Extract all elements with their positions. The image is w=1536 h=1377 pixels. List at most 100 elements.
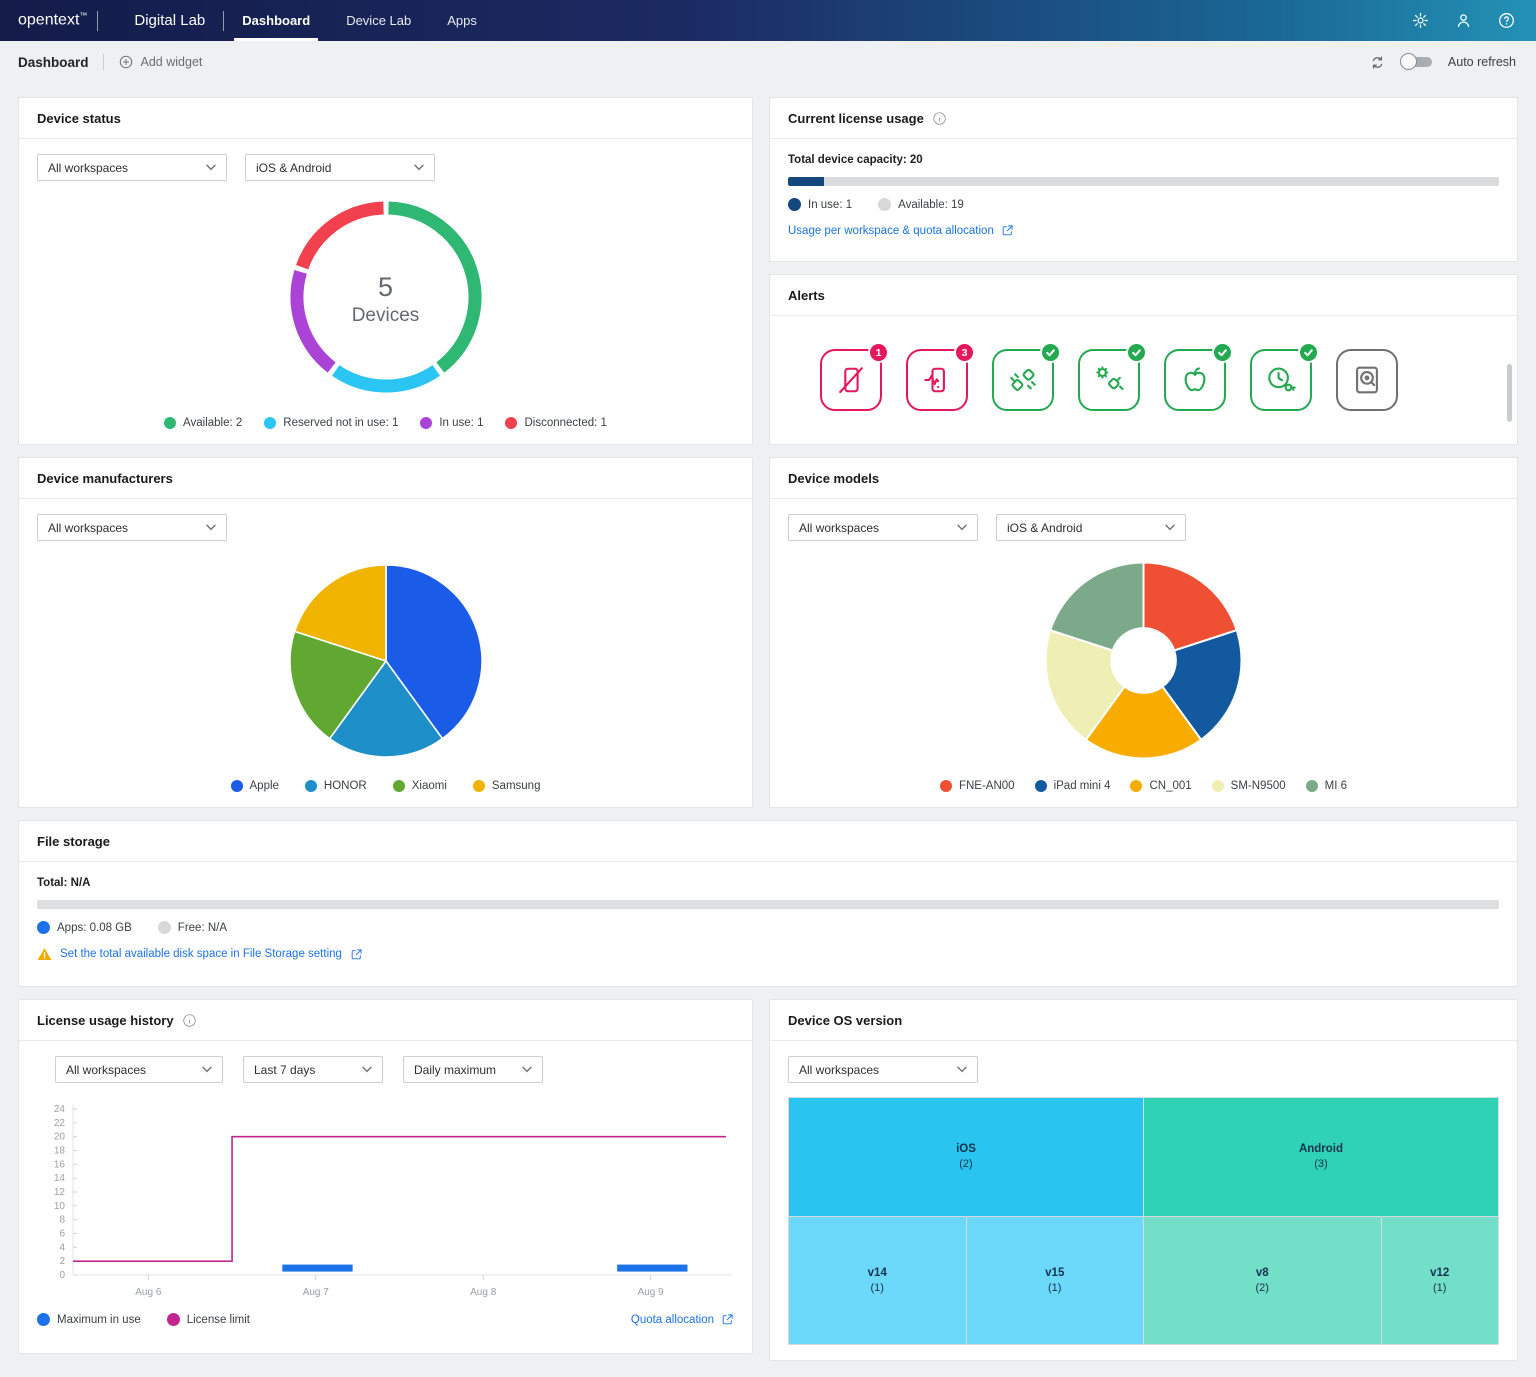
legend-item: MI 6 — [1306, 780, 1347, 792]
license-usage-bar — [788, 177, 1499, 186]
date-range-dropdown[interactable]: Last 7 days — [243, 1056, 383, 1083]
treemap-cell-v8[interactable]: v8(2) — [1144, 1217, 1381, 1344]
device-status-widget: Device status All workspaces iOS & Andro… — [18, 97, 753, 445]
device-models-widget: Device models All workspaces iOS & Andro… — [769, 457, 1518, 808]
os-filter-dropdown[interactable]: iOS & Android — [245, 154, 435, 181]
alert-tile-connector-settings[interactable] — [1078, 349, 1140, 411]
chevron-down-icon — [206, 524, 216, 531]
treemap-cell-v15[interactable]: v15(1) — [967, 1217, 1144, 1344]
donut-segment-available[interactable] — [388, 208, 475, 367]
external-link-icon — [1001, 224, 1014, 237]
alert-tile-apple[interactable] — [1164, 349, 1226, 411]
info-icon[interactable] — [932, 111, 947, 126]
license-history-line-chart: 024681012141618202224Aug 6Aug 7Aug 8Aug … — [37, 1097, 734, 1309]
svg-text:10: 10 — [54, 1201, 66, 1212]
legend-dot — [505, 417, 517, 429]
tab-device-lab[interactable]: Device Lab — [328, 0, 429, 41]
os-filter-dropdown[interactable]: iOS & Android — [996, 514, 1186, 541]
device-manufacturers-legend: AppleHONORXiaomiSamsung — [37, 780, 734, 792]
help-icon[interactable] — [1497, 11, 1516, 30]
connector-icon — [1005, 362, 1041, 398]
maximum-in-use-legend: Maximum in use — [37, 1313, 141, 1326]
external-link-icon — [721, 1313, 734, 1326]
treemap-cell-v12[interactable]: v12(1) — [1382, 1217, 1498, 1344]
legend-item: FNE-AN00 — [940, 780, 1015, 792]
device-models-donut-chart — [1041, 558, 1246, 763]
alert-tile-phone-unhealthy[interactable]: 3 — [906, 349, 968, 411]
tab-dashboard[interactable]: Dashboard — [224, 0, 328, 41]
workspace-filter-dropdown[interactable]: All workspaces — [55, 1056, 223, 1083]
aggregation-dropdown[interactable]: Daily maximum — [403, 1056, 543, 1083]
chevron-down-icon — [414, 164, 424, 171]
alert-tile-connector[interactable] — [992, 349, 1054, 411]
alert-tile-disk-search[interactable] — [1336, 349, 1398, 411]
workspace-filter-dropdown[interactable]: All workspaces — [37, 514, 227, 541]
user-icon[interactable] — [1454, 11, 1473, 30]
file-storage-bar — [37, 900, 1499, 909]
current-license-usage-widget: Current license usage Total device capac… — [769, 97, 1518, 262]
usage-per-workspace-link[interactable]: Usage per workspace & quota allocation — [788, 224, 1499, 237]
workspace-filter-dropdown[interactable]: All workspaces — [37, 154, 227, 181]
svg-text:24: 24 — [54, 1104, 66, 1115]
legend-dot — [164, 417, 176, 429]
info-icon[interactable] — [182, 1013, 197, 1028]
alert-tiles: 13 — [820, 349, 1398, 411]
device-os-treemap: iOS(2)Android(3) v14(1)v15(1)v8(2)v12(1) — [788, 1097, 1499, 1345]
opentext-logo[interactable]: opentext™ — [18, 0, 98, 41]
alert-tile-license-expiry[interactable] — [1250, 349, 1312, 411]
legend-item: In use: 1 — [420, 417, 483, 429]
settings-gear-icon[interactable] — [1411, 11, 1430, 30]
legend-item: Reserved not in use: 1 — [264, 417, 398, 429]
svg-text:6: 6 — [59, 1229, 65, 1240]
legend-dot — [473, 780, 485, 792]
quota-allocation-link[interactable]: Quota allocation — [631, 1313, 734, 1326]
svg-text:Aug 6: Aug 6 — [135, 1287, 162, 1298]
legend-item: HONOR — [305, 780, 367, 792]
legend-dot — [393, 780, 405, 792]
license-usage-title: Current license usage — [788, 111, 924, 126]
legend-dot — [1035, 780, 1047, 792]
alert-tile-phone-disconnected[interactable]: 1 — [820, 349, 882, 411]
svg-text:2: 2 — [59, 1256, 65, 1267]
file-storage-warning-link[interactable]: Set the total available disk space in Fi… — [37, 947, 1499, 961]
free-legend: Free: N/A — [158, 921, 227, 934]
external-link-icon — [350, 948, 363, 961]
warning-icon — [37, 947, 52, 961]
phone-unhealthy-icon — [919, 362, 955, 398]
license-limit-legend: License limit — [167, 1313, 250, 1326]
in-use-legend: In use: 1 — [788, 198, 852, 211]
apple-icon — [1177, 362, 1213, 398]
legend-item: iPad mini 4 — [1035, 780, 1111, 792]
disk-search-icon — [1349, 362, 1385, 398]
svg-text:Aug 9: Aug 9 — [638, 1287, 665, 1298]
legend-item: SM-N9500 — [1212, 780, 1286, 792]
capacity-label: Total device capacity: 20 — [788, 154, 1499, 166]
legend-item: Xiaomi — [393, 780, 447, 792]
file-storage-widget: File storage Total: N/A Apps: 0.08 GB Fr… — [18, 820, 1518, 987]
donut-segment-in-use[interactable] — [297, 271, 332, 367]
tab-apps[interactable]: Apps — [429, 0, 495, 41]
donut-segment-disconnected[interactable] — [302, 208, 383, 267]
treemap-cell-v14[interactable]: v14(1) — [789, 1217, 966, 1344]
device-status-legend: Available: 2 Reserved not in use: 1 In use… — [37, 417, 734, 429]
legend-dot — [264, 417, 276, 429]
legend-dot — [231, 780, 243, 792]
legend-item: CN_001 — [1130, 780, 1191, 792]
treemap-cell-android[interactable]: Android(3) — [1144, 1098, 1498, 1216]
page-title: Dashboard — [18, 55, 89, 70]
auto-refresh-toggle[interactable] — [1400, 53, 1434, 71]
refresh-icon[interactable] — [1369, 54, 1386, 71]
add-widget-button[interactable]: Add widget — [118, 54, 203, 70]
alerts-scrollbar[interactable] — [1507, 364, 1512, 422]
chevron-down-icon — [522, 1066, 532, 1073]
treemap-cell-ios[interactable]: iOS(2) — [789, 1098, 1143, 1216]
device-manufacturers-title: Device manufacturers — [37, 471, 173, 486]
device-models-title: Device models — [788, 471, 879, 486]
workspace-filter-dropdown[interactable]: All workspaces — [788, 1056, 978, 1083]
alert-check-badge — [1298, 342, 1319, 363]
donut-segment-reserved-not-in-use[interactable] — [335, 370, 436, 386]
available-legend: Available: 19 — [878, 198, 964, 211]
workspace-filter-dropdown[interactable]: All workspaces — [788, 514, 978, 541]
legend-item: Available: 2 — [164, 417, 242, 429]
brand-name: opentext™ — [18, 11, 87, 29]
